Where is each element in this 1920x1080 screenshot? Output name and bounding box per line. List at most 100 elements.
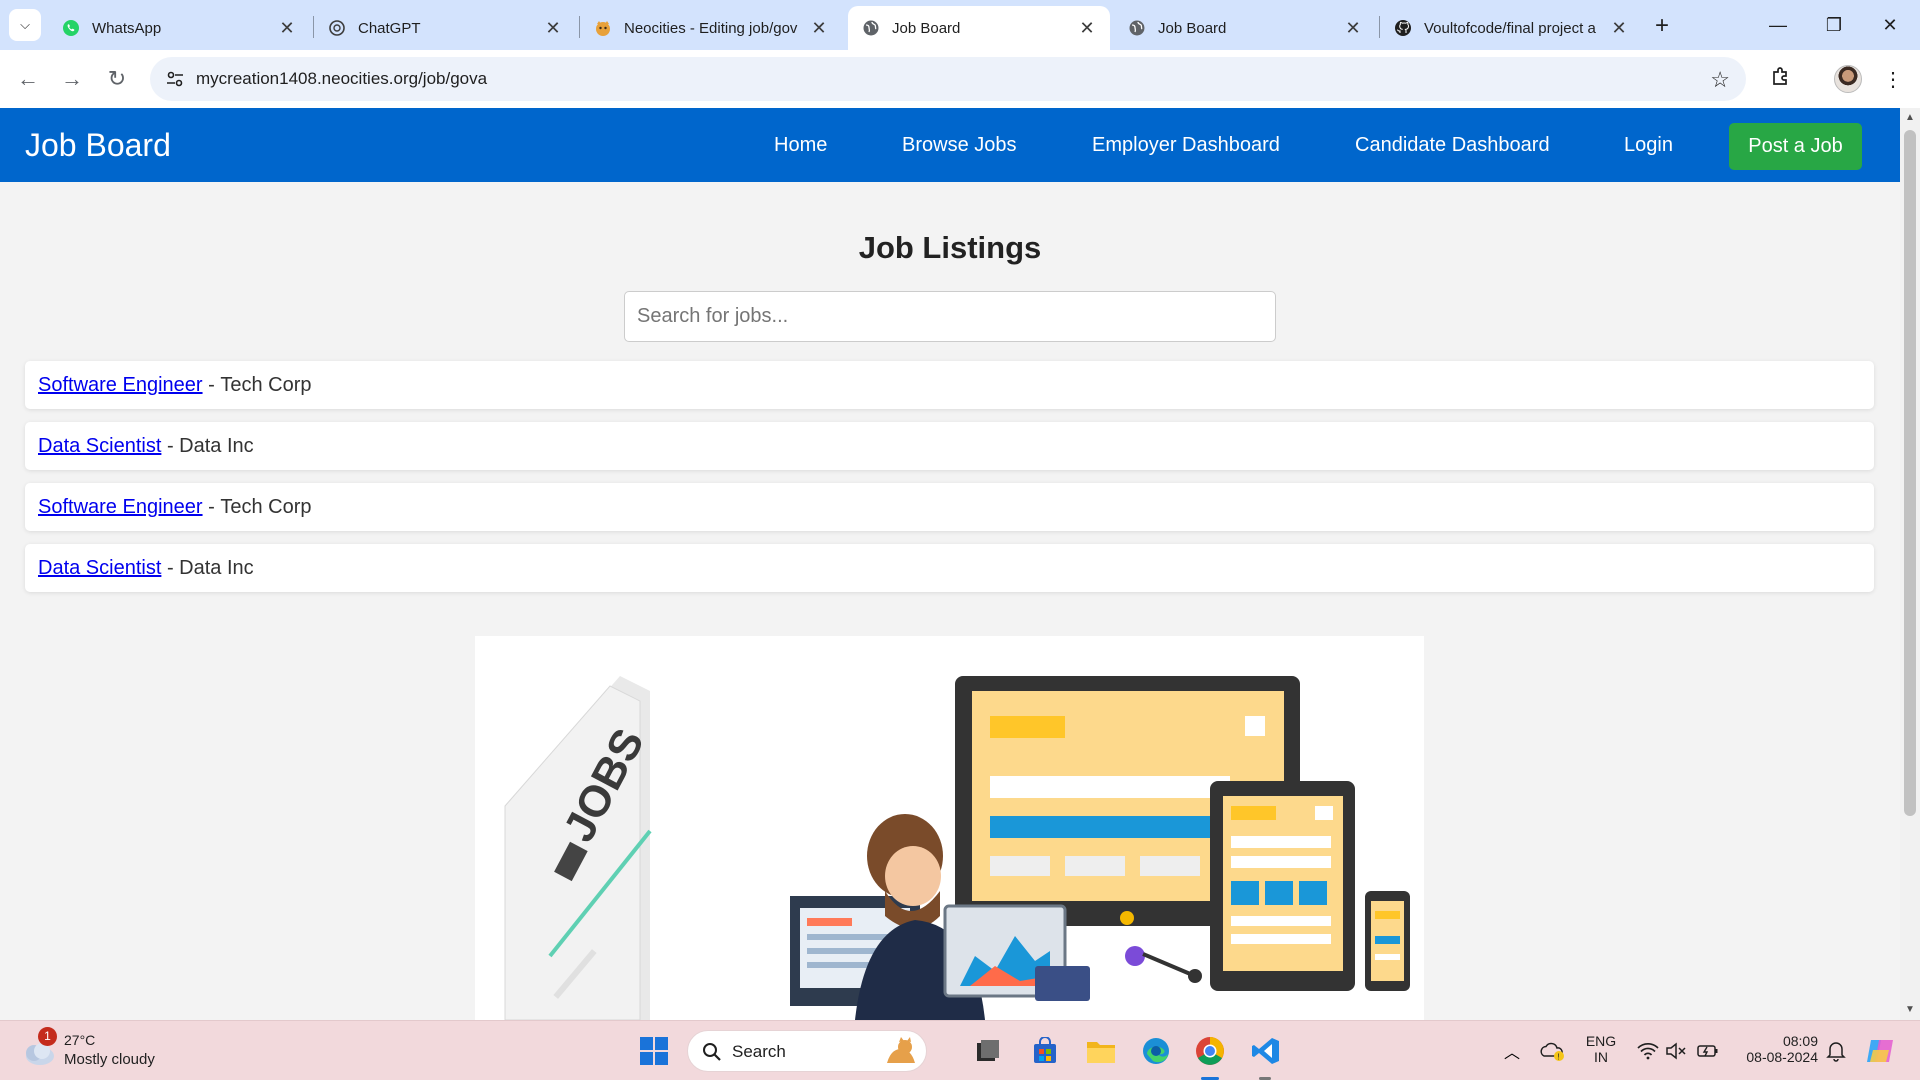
phone-graphic [1365,891,1410,991]
tab-search-button[interactable]: ⌵ [9,9,41,41]
extensions-button[interactable] [1765,63,1797,95]
tab-job-board[interactable]: Job Board ✕ [1114,6,1376,50]
tab-title: Job Board [892,19,961,37]
forward-button[interactable]: → [55,62,89,96]
close-icon[interactable]: ✕ [1608,17,1630,39]
tab-strip: ⌵ WhatsApp ✕ ChatGPT ✕ Neocities - Editi… [0,0,1920,50]
clock-time: 08:09 [1782,1033,1818,1049]
notifications-button[interactable] [1818,1033,1854,1069]
language-code: ENG [1585,1033,1617,1049]
job-company: Data Inc [179,556,254,579]
post-job-button[interactable]: Post a Job [1729,123,1862,170]
reload-icon: ↻ [107,66,127,91]
windows-icon [640,1037,668,1065]
globe-icon [862,19,880,37]
nav-employer-dashboard[interactable]: Employer Dashboard [1092,134,1280,157]
globe-icon [1128,19,1146,37]
site-info-icon[interactable] [164,68,186,90]
task-view-button[interactable] [970,1033,1006,1069]
job-title-link[interactable]: Software Engineer [38,374,203,397]
tab-title: WhatsApp [92,19,162,37]
job-separator: - [202,495,221,518]
close-icon[interactable]: ✕ [276,17,298,39]
scrollbar-thumb[interactable] [1904,130,1916,816]
whatsapp-icon [62,19,80,37]
taskbar-search[interactable]: Search [687,1030,927,1072]
job-list-item: Data Scientist - Data Inc [25,544,1874,592]
close-icon[interactable]: ✕ [1342,17,1364,39]
microsoft-store-button[interactable] [1027,1033,1063,1069]
site-header: Job Board Home Browse Jobs Employer Dash… [0,108,1900,182]
clock[interactable]: 08:09 08-08-2024 [1736,1033,1818,1065]
region-code: IN [1594,1049,1608,1065]
wifi-icon [1637,1042,1659,1060]
vscode-icon [1252,1038,1279,1064]
job-title-link[interactable]: Data Scientist [38,435,161,458]
show-hidden-icons-button[interactable]: ︿ [1494,1033,1530,1069]
job-title-link[interactable]: Data Scientist [38,557,161,580]
close-icon: ✕ [1882,14,1898,35]
bookmark-star-icon[interactable]: ☆ [1710,67,1730,93]
url-text: mycreation1408.neocities.org/job/gova [196,69,488,88]
address-bar[interactable]: mycreation1408.neocities.org/job/gova ☆ [150,57,1746,101]
page-title: Job Listings [858,230,1042,265]
job-separator: - [161,434,180,457]
job-list: Software Engineer - Tech Corp Data Scien… [25,361,1874,605]
tab-chatgpt[interactable]: ChatGPT ✕ [314,6,576,50]
close-icon[interactable]: ✕ [542,17,564,39]
start-button[interactable] [636,1033,672,1069]
close-window-button[interactable]: ✕ [1862,0,1918,50]
copilot-button[interactable] [1862,1033,1898,1069]
hero-illustration: JOBS [475,636,1424,1020]
language-indicator[interactable]: ENG IN [1580,1033,1622,1065]
chrome-button[interactable] [1192,1033,1228,1069]
new-tab-button[interactable]: + [1648,12,1676,40]
weather-widget[interactable]: 1 27°C Mostly cloudy [20,1027,180,1073]
browser-toolbar: ← → ↻ mycreation1408.neocities.org/job/g… [0,50,1920,108]
scroll-up-arrow[interactable]: ▲ [1904,112,1916,124]
volume-status[interactable] [1658,1033,1694,1069]
page-scrollbar[interactable]: ▲ ▼ [1900,108,1920,1020]
minimize-icon: — [1769,14,1787,35]
job-list-item: Software Engineer - Tech Corp [25,483,1874,531]
tab-title: Neocities - Editing job/gov [624,19,798,37]
chevron-down-icon: ⌵ [20,17,30,32]
github-icon [1394,19,1412,37]
tab-title: Voultofcode/final project a [1424,19,1596,37]
chevron-up-icon: ︿ [1503,1045,1520,1062]
back-button[interactable]: ← [11,62,45,96]
nav-candidate-dashboard[interactable]: Candidate Dashboard [1355,134,1550,157]
job-title-link[interactable]: Software Engineer [38,496,203,519]
nav-browse-jobs[interactable]: Browse Jobs [902,134,1017,157]
file-explorer-button[interactable] [1083,1033,1119,1069]
battery-charging-icon [1697,1045,1718,1057]
reload-button[interactable]: ↻ [100,62,134,96]
job-search-input[interactable] [624,291,1276,342]
nav-login[interactable]: Login [1624,134,1673,157]
restore-button[interactable]: ❐ [1806,0,1862,50]
vscode-button[interactable] [1248,1033,1284,1069]
tab-job-board-active[interactable]: Job Board ✕ [848,6,1110,50]
minimize-button[interactable]: — [1750,0,1806,50]
browser-menu-button[interactable]: ⋮ [1877,63,1909,95]
job-separator: - [161,556,180,579]
close-icon[interactable]: ✕ [808,17,830,39]
job-list-item: Data Scientist - Data Inc [25,422,1874,470]
more-vertical-icon: ⋮ [1883,68,1903,91]
close-icon[interactable]: ✕ [1076,17,1098,39]
tab-neocities[interactable]: Neocities - Editing job/gov ✕ [580,6,842,50]
tab-whatsapp[interactable]: WhatsApp ✕ [48,6,310,50]
search-highlight-cat-icon [887,1037,915,1063]
profile-avatar[interactable] [1834,65,1862,93]
tab-github[interactable]: Voultofcode/final project a ✕ [1380,6,1642,50]
onedrive-button[interactable]: ! [1534,1033,1570,1069]
edge-button[interactable] [1138,1033,1174,1069]
scroll-down-arrow[interactable]: ▼ [1904,1004,1916,1016]
taskbar: 1 27°C Mostly cloudy Search ︿ ! ENG IN 0… [0,1020,1920,1080]
nav-home[interactable]: Home [774,134,827,157]
site-brand[interactable]: Job Board [25,127,171,164]
battery-status[interactable] [1690,1033,1726,1069]
bell-icon [1826,1042,1846,1062]
chrome-icon [1196,1037,1224,1065]
puzzle-icon [1770,65,1792,93]
